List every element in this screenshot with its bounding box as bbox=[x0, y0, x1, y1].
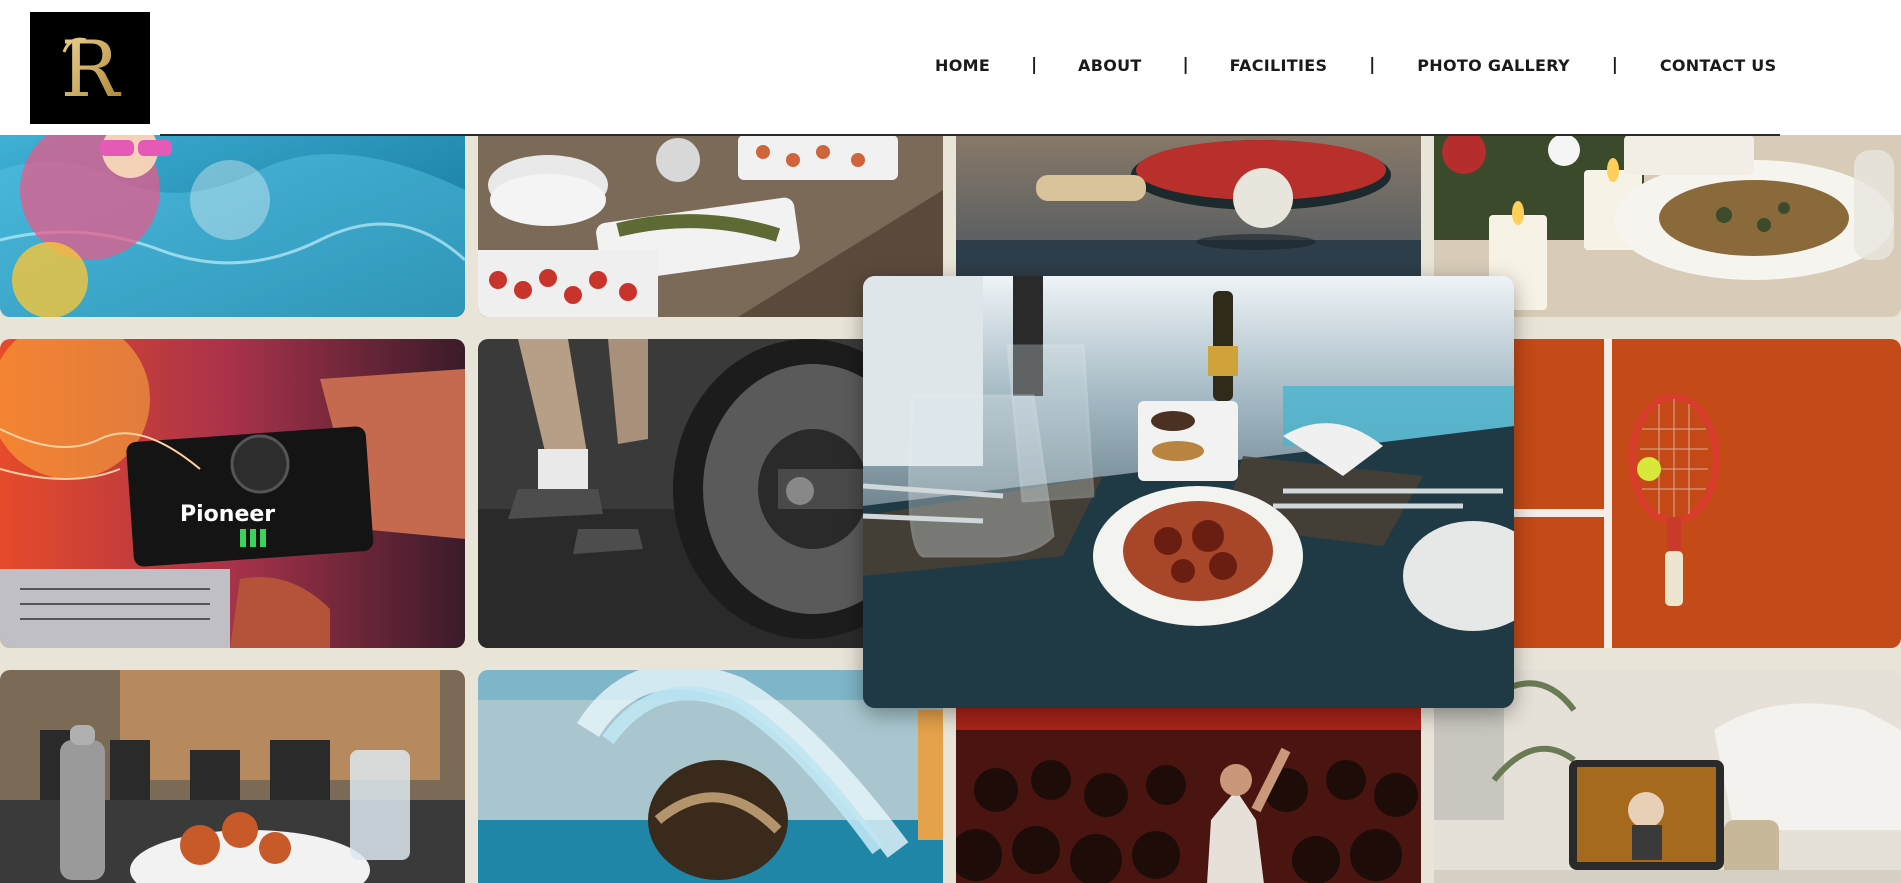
gallery-tile-dj[interactable]: Pioneer bbox=[0, 339, 465, 648]
dj-console-photo: Pioneer bbox=[0, 339, 465, 648]
ornate-r-logo-icon: R bbox=[61, 25, 122, 114]
nav-separator: | bbox=[1030, 55, 1038, 75]
dj-brand-text: Pioneer bbox=[180, 502, 275, 527]
site-header: R HOME | ABOUT | FACILITIES | PHOTO GALL… bbox=[0, 0, 1901, 136]
featured-gallery-photo[interactable] bbox=[863, 276, 1514, 708]
nav-separator: | bbox=[1369, 55, 1376, 75]
nav-separator: | bbox=[1611, 55, 1618, 75]
nav-about-link[interactable]: ABOUT bbox=[1078, 56, 1142, 75]
main-nav: HOME | ABOUT | FACILITIES | PHOTO GALLER… bbox=[935, 55, 1776, 75]
logo-letter: R bbox=[61, 25, 122, 114]
nav-photo-gallery-link[interactable]: PHOTO GALLERY bbox=[1417, 56, 1570, 75]
brand-logo[interactable]: R bbox=[30, 12, 150, 124]
nav-contact-us-link[interactable]: CONTACT US bbox=[1660, 56, 1777, 75]
child-in-pool-photo bbox=[0, 130, 465, 317]
nav-home-link[interactable]: HOME bbox=[935, 56, 990, 75]
gallery-tile-restaurant[interactable] bbox=[0, 670, 465, 883]
poolside-dining-photo bbox=[863, 276, 1514, 708]
nav-facilities-link[interactable]: FACILITIES bbox=[1230, 56, 1328, 75]
nav-separator: | bbox=[1182, 55, 1189, 75]
header-divider bbox=[160, 134, 1780, 136]
restaurant-table-photo bbox=[0, 670, 465, 883]
gallery-tile-pool-child[interactable] bbox=[0, 130, 465, 317]
